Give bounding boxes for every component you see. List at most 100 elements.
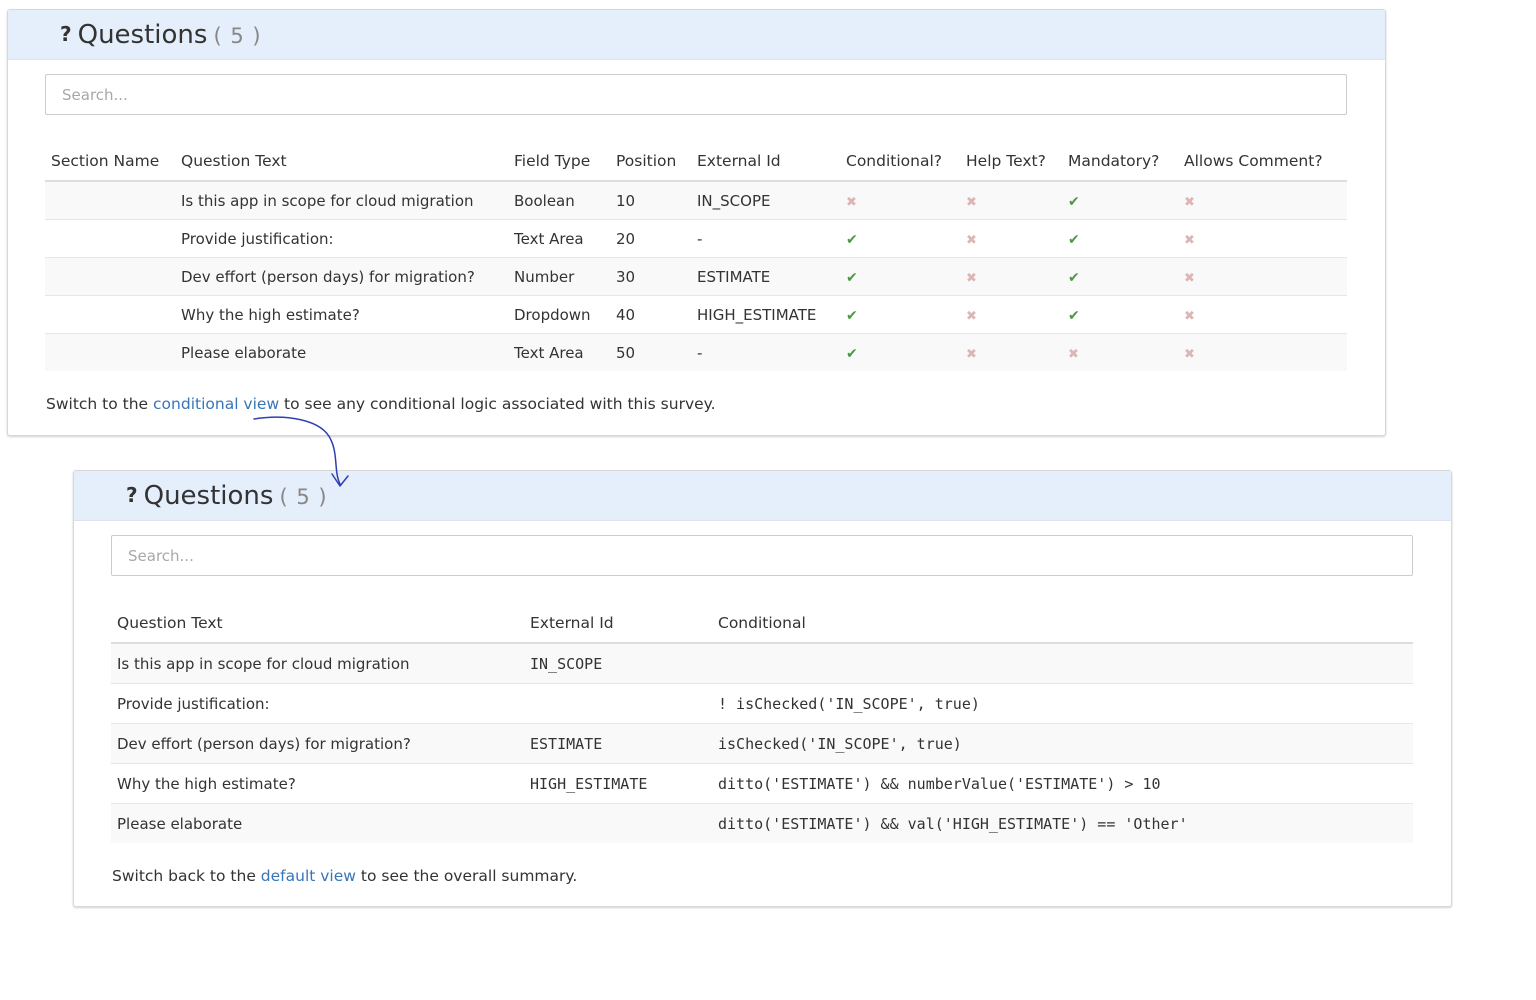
cell-question-text: Provide justification: (111, 683, 524, 724)
cross-icon: ✖ (966, 346, 977, 362)
panel-header: ? Questions( 5 ) (8, 10, 1385, 60)
column-header-mandatory[interactable]: Mandatory? (1062, 142, 1178, 182)
table-row[interactable]: Dev effort (person days) for migration? N… (45, 257, 1347, 296)
search-input[interactable] (111, 535, 1413, 576)
table-row[interactable]: Why the high estimate? HIGH_ESTIMATE ditto… (111, 763, 1413, 804)
search-input[interactable] (45, 74, 1347, 115)
check-icon: ✔ (1068, 307, 1080, 324)
cell-allows-comment: ✖ (1178, 257, 1347, 296)
table-row[interactable]: Is this app in scope for cloud migration… (111, 642, 1413, 684)
cell-section-name (45, 333, 175, 371)
cross-icon: ✖ (1184, 346, 1195, 362)
cell-question-text: Is this app in scope for cloud migration (111, 642, 524, 684)
column-header-help-text[interactable]: Help Text? (960, 142, 1062, 182)
cross-icon: ✖ (1184, 232, 1195, 248)
cross-icon: ✖ (966, 232, 977, 248)
cell-allows-comment: ✖ (1178, 219, 1347, 258)
table-row[interactable]: Provide justification: ! isChecked('IN_SC… (111, 683, 1413, 724)
question-mark-icon: ? (126, 483, 138, 507)
cell-help-text: ✖ (960, 333, 1062, 371)
table-row[interactable]: Provide justification: Text Area 20- ✔ ✖ ✔ ✖ (45, 219, 1347, 258)
cell-conditional: ✔ (840, 295, 960, 334)
cell-conditional-expression: ! isChecked('IN_SCOPE', true) (712, 683, 1413, 724)
table-row[interactable]: Please elaborate Text Area 50- ✔ ✖ ✖ ✖ (45, 333, 1347, 371)
cell-field-type: Number (508, 257, 610, 296)
cell-external-id: - (691, 333, 840, 371)
cell-external-id: HIGH_ESTIMATE (524, 763, 712, 804)
cell-allows-comment: ✖ (1178, 295, 1347, 334)
conditional-questions-table: Question Text External Id Conditional Is… (111, 604, 1413, 843)
column-header-field-type[interactable]: Field Type (508, 142, 610, 182)
check-icon: ✔ (846, 307, 858, 324)
cell-conditional: ✔ (840, 333, 960, 371)
check-icon: ✔ (846, 345, 858, 362)
cell-allows-comment: ✖ (1178, 180, 1347, 220)
cell-section-name (45, 180, 175, 220)
cross-icon: ✖ (966, 194, 977, 210)
cell-external-id: HIGH_ESTIMATE (691, 295, 840, 334)
column-header-position[interactable]: Position (610, 142, 691, 182)
table-row[interactable]: Dev effort (person days) for migration? E… (111, 723, 1413, 764)
panel-title: ? Questions( 5 ) (126, 478, 328, 514)
cell-section-name (45, 295, 175, 334)
cell-question-text: Why the high estimate? (111, 763, 524, 804)
column-header-external-id[interactable]: External Id (524, 604, 712, 644)
table-row[interactable]: Why the high estimate? Dropdown 40 HIGH_EST… (45, 295, 1347, 334)
cell-position: 30 (610, 257, 691, 296)
cell-field-type: Dropdown (508, 295, 610, 334)
cell-mandatory: ✔ (1062, 257, 1178, 296)
cell-external-id: IN_SCOPE (524, 642, 712, 684)
cross-icon: ✖ (1184, 194, 1195, 210)
cell-external-id: - (691, 219, 840, 258)
column-header-question-text[interactable]: Question Text (111, 604, 524, 644)
cell-question-text: Please elaborate (175, 333, 508, 371)
cell-external-id: ESTIMATE (691, 257, 840, 296)
cell-question-text: Provide justification: (175, 219, 508, 258)
conditional-view-link[interactable]: conditional view (153, 395, 279, 413)
table-row[interactable]: Is this app in scope for cloud migration… (45, 180, 1347, 220)
column-header-section-name[interactable]: Section Name (45, 142, 175, 182)
cell-conditional-expression (712, 642, 1413, 684)
cell-question-text: Is this app in scope for cloud migration (175, 180, 508, 220)
footer-text-after: to see any conditional logic associated … (279, 395, 716, 413)
check-icon: ✔ (846, 269, 858, 286)
cell-mandatory: ✖ (1062, 333, 1178, 371)
cell-section-name (45, 219, 175, 258)
cell-question-text: Why the high estimate? (175, 295, 508, 334)
cell-external-id (524, 803, 712, 843)
cell-mandatory: ✔ (1062, 295, 1178, 334)
cell-position: 10 (610, 180, 691, 220)
cell-mandatory: ✔ (1062, 180, 1178, 220)
cell-external-id: IN_SCOPE (691, 180, 840, 220)
question-mark-icon: ? (60, 22, 72, 46)
panel-title: ? Questions( 5 ) (60, 17, 262, 53)
question-count: ( 5 ) (279, 485, 328, 509)
column-header-allows-comment[interactable]: Allows Comment? (1178, 142, 1347, 182)
cell-field-type: Text Area (508, 333, 610, 371)
cell-help-text: ✖ (960, 180, 1062, 220)
cell-allows-comment: ✖ (1178, 333, 1347, 371)
footer-text-before: Switch back to the (112, 867, 261, 885)
cell-help-text: ✖ (960, 257, 1062, 296)
table-row[interactable]: Please elaborate ditto('ESTIMATE') && val… (111, 803, 1413, 843)
cell-field-type: Text Area (508, 219, 610, 258)
footer-note: Switch back to the default view to see t… (112, 867, 577, 885)
cross-icon: ✖ (1068, 346, 1079, 362)
footer-text-after: to see the overall summary. (355, 867, 578, 885)
cell-conditional: ✔ (840, 257, 960, 296)
cell-conditional: ✖ (840, 180, 960, 220)
cross-icon: ✖ (1184, 308, 1195, 324)
default-view-link[interactable]: default view (261, 867, 356, 885)
questions-panel-conditional: ?Questions( 5 ) Question Text External I… (73, 470, 1452, 907)
column-header-external-id[interactable]: External Id (691, 142, 840, 182)
cell-external-id: ESTIMATE (524, 723, 712, 764)
cell-conditional: ✔ (840, 219, 960, 258)
cell-section-name (45, 257, 175, 296)
cell-question-text: Please elaborate (111, 803, 524, 843)
column-header-conditional[interactable]: Conditional? (840, 142, 960, 182)
cross-icon: ✖ (1184, 270, 1195, 286)
column-header-conditional[interactable]: Conditional (712, 604, 1413, 644)
table-header-row: Question Text External Id Conditional (111, 604, 1413, 644)
panel-title-text: Questions (77, 20, 208, 50)
column-header-question-text[interactable]: Question Text (175, 142, 508, 182)
